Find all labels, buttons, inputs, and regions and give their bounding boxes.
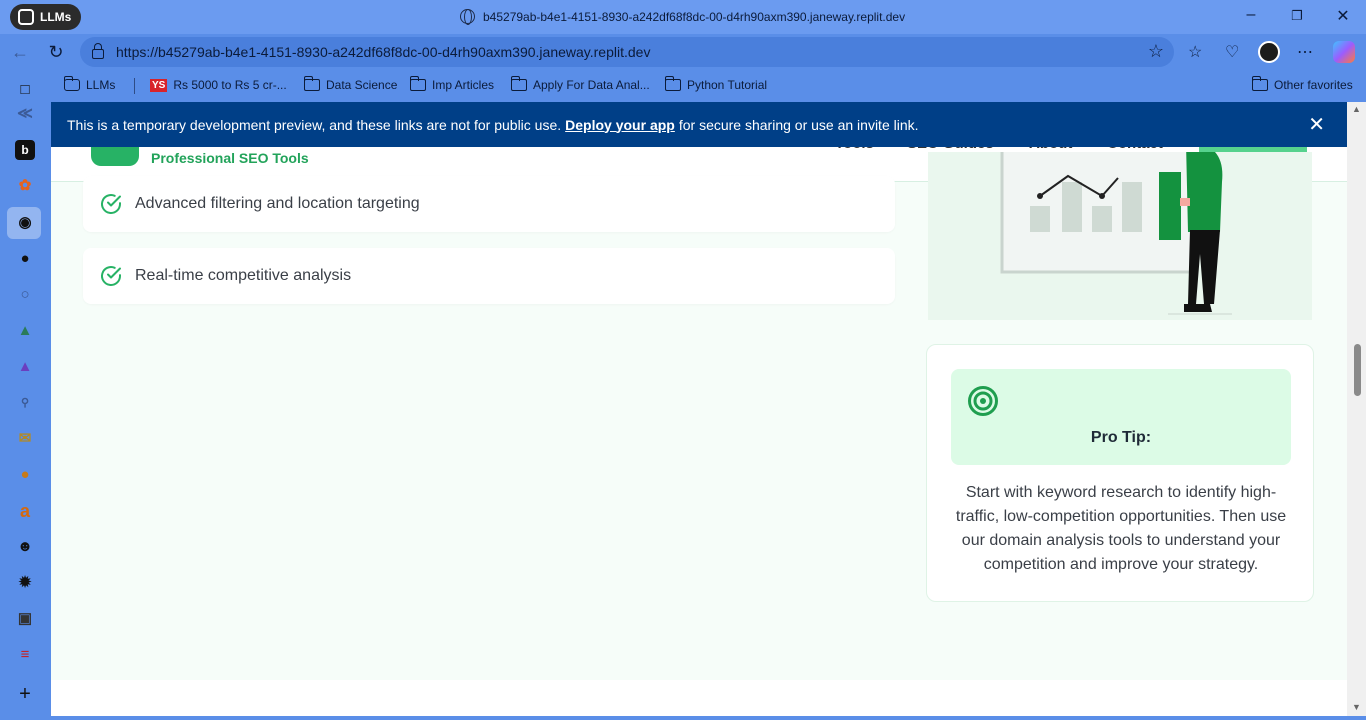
- openai-icon[interactable]: ✹: [15, 573, 35, 593]
- dev-preview-banner: This is a temporary development preview,…: [51, 102, 1347, 147]
- scroll-up-icon[interactable]: ▲: [1352, 104, 1361, 114]
- pro-tip-header: Pro Tip:: [951, 369, 1291, 465]
- window-title: b45279ab-b4e1-4151-8930-a242df68f8dc-00-…: [460, 9, 906, 25]
- favorites-bar: LLMs YS Rs 5000 to Rs 5 cr-... Data Scie…: [50, 70, 1366, 102]
- folder-icon: [664, 76, 681, 91]
- ys-logo-icon: YS: [150, 78, 168, 92]
- copilot-icon[interactable]: [1333, 41, 1355, 63]
- browser-essentials-icon[interactable]: ♡: [1225, 42, 1239, 62]
- feature-text: Real-time competitive analysis: [135, 267, 352, 284]
- account-app-icon[interactable]: ☻: [15, 537, 35, 557]
- seo-illustration: [928, 152, 1312, 320]
- profile-button[interactable]: LLMs: [10, 4, 82, 30]
- scroll-thumb[interactable]: [1354, 344, 1361, 396]
- other-favorites[interactable]: Other favorites: [1251, 76, 1353, 92]
- collapse-icon[interactable]: ≪: [15, 104, 35, 124]
- chart-app-icon[interactable]: ▲: [15, 321, 35, 341]
- favorite-imp-articles[interactable]: Imp Articles: [409, 76, 494, 92]
- page-viewport: Professional SEO Tools Tools SEO Guides …: [51, 102, 1347, 716]
- favorite-data-science[interactable]: Data Science: [303, 76, 397, 92]
- pro-tip-title: Pro Tip:: [1090, 429, 1152, 446]
- feature-item: Advanced filtering and location targetin…: [83, 176, 895, 232]
- navigation-bar: ← ↻ https://b45279ab-b4e1-4151-8930-a242…: [0, 34, 1366, 70]
- close-window-button[interactable]: ✕: [1333, 6, 1353, 26]
- avatar[interactable]: [1258, 41, 1280, 63]
- feature-text: Advanced filtering and location targetin…: [135, 195, 420, 212]
- favorite-apply-data-analyst[interactable]: Apply For Data Anal...: [510, 76, 650, 92]
- title-bar: LLMs b45279ab-b4e1-4151-8930-a242df68f8d…: [0, 0, 1366, 34]
- globe-icon: [460, 9, 475, 25]
- tab-title: b45279ab-b4e1-4151-8930-a242df68f8dc-00-…: [483, 9, 906, 24]
- favorite-llms[interactable]: LLMs: [63, 76, 115, 92]
- favorite-python-tutorial[interactable]: Python Tutorial: [664, 76, 767, 92]
- bing-icon[interactable]: b: [15, 140, 35, 160]
- footer-edge: [51, 680, 1347, 716]
- triangle-app-icon[interactable]: ▲: [15, 357, 35, 377]
- more-menu-icon[interactable]: ⋯: [1297, 42, 1313, 62]
- red-app-icon[interactable]: ≡: [15, 645, 35, 665]
- favorite-rs-5000[interactable]: YS Rs 5000 to Rs 5 cr-...: [150, 78, 287, 92]
- pro-tip-body: Start with keyword research to identify …: [955, 484, 1287, 573]
- amazon-icon[interactable]: a: [15, 501, 35, 521]
- minimize-button[interactable]: –: [1241, 6, 1261, 24]
- restore-button[interactable]: ❐: [1287, 8, 1307, 24]
- web-icon[interactable]: ○: [15, 285, 35, 305]
- check-circle-icon: [101, 194, 121, 214]
- pro-tip-card: Pro Tip: Start with keyword research to …: [926, 344, 1314, 602]
- add-app-icon[interactable]: +: [15, 684, 35, 704]
- globe-icon[interactable]: ◉: [15, 213, 35, 233]
- favorites-divider: [134, 78, 135, 94]
- target-icon: [968, 386, 998, 416]
- analytics-illustration-image: [1000, 152, 1232, 315]
- banner-text-end: for secure sharing or use an invite link…: [678, 116, 919, 133]
- back-button[interactable]: ←: [9, 42, 31, 63]
- close-icon[interactable]: ✕: [1308, 112, 1325, 137]
- folder-icon: [510, 76, 527, 91]
- lock-icon: [92, 43, 104, 59]
- orange-app-icon[interactable]: ●: [15, 465, 35, 485]
- favorite-star-icon[interactable]: ☆: [1148, 41, 1164, 62]
- folder-icon: [303, 76, 320, 91]
- banner-text-start: This is a temporary development preview,…: [67, 116, 562, 133]
- workspace-icon: [18, 9, 34, 25]
- address-bar[interactable]: https://b45279ab-b4e1-4151-8930-a242df68…: [80, 37, 1174, 67]
- brand-subtitle: Professional SEO Tools: [151, 150, 309, 166]
- check-circle-icon: [101, 266, 121, 286]
- cube-icon: [63, 76, 80, 91]
- scroll-down-icon[interactable]: ▼: [1352, 702, 1361, 712]
- tab-actions-icon[interactable]: □: [15, 80, 35, 100]
- search-app-icon[interactable]: ⚲: [15, 393, 35, 413]
- url-text: https://b45279ab-b4e1-4151-8930-a242df68…: [116, 44, 651, 60]
- folder-icon: [409, 76, 426, 91]
- feature-item: Real-time competitive analysis: [83, 248, 895, 304]
- browser-sidebar: □ ≪ b ✿ ◉ ● ○ ▲ ▲ ⚲ ✉ ● a ☻ ✹ ▣ ≡ +: [0, 70, 50, 720]
- mail-app-icon[interactable]: ✉: [15, 429, 35, 449]
- deploy-app-link[interactable]: Deploy your app: [565, 117, 675, 133]
- share-app-icon[interactable]: ✿: [15, 176, 35, 196]
- favorites-icon[interactable]: ☆: [1188, 42, 1202, 62]
- profile-label: LLMs: [40, 10, 72, 24]
- page-scrollbar[interactable]: ▲ ▼: [1347, 102, 1366, 716]
- github-icon[interactable]: ●: [15, 249, 35, 269]
- refresh-button[interactable]: ↻: [45, 42, 67, 63]
- window-app-icon[interactable]: ▣: [15, 609, 35, 629]
- folder-icon: [1251, 76, 1268, 91]
